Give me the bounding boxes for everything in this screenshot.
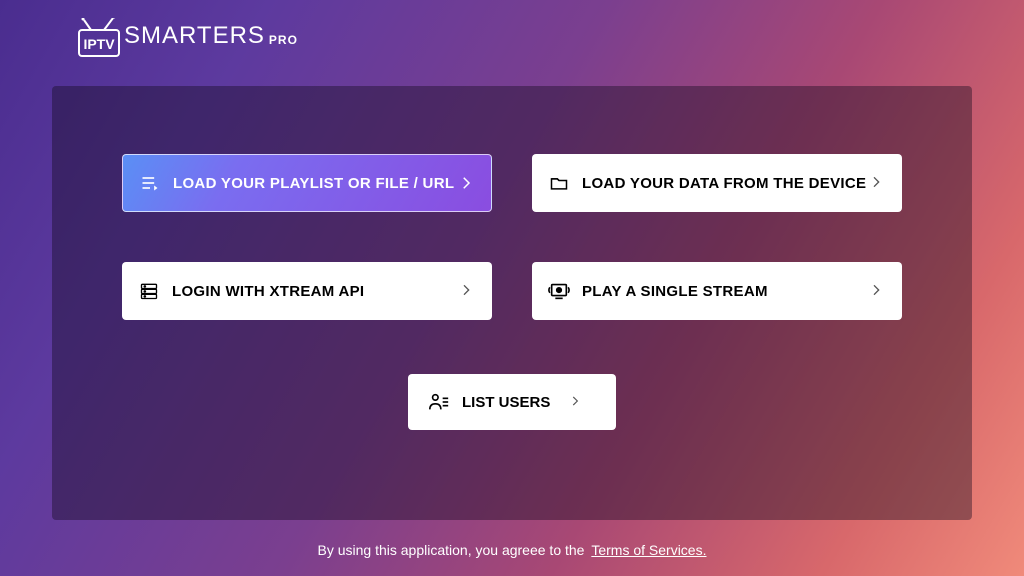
- load-playlist-button[interactable]: LOAD YOUR PLAYLIST OR FILE / URL: [122, 154, 492, 212]
- single-stream-button[interactable]: PLAY A SINGLE STREAM: [532, 262, 902, 320]
- server-icon: [138, 280, 160, 302]
- terms-link[interactable]: Terms of Services.: [591, 542, 706, 558]
- load-device-label: LOAD YOUR DATA FROM THE DEVICE: [582, 175, 866, 192]
- chevron-right-icon: [868, 282, 886, 300]
- footer-text: By using this application, you agreee to…: [0, 542, 1024, 558]
- load-playlist-label: LOAD YOUR PLAYLIST OR FILE / URL: [173, 175, 454, 192]
- svg-text:IPTV: IPTV: [83, 36, 115, 52]
- xtream-api-label: LOGIN WITH XTREAM API: [172, 283, 364, 300]
- xtream-api-button[interactable]: LOGIN WITH XTREAM API: [122, 262, 492, 320]
- playlist-icon: [139, 172, 161, 194]
- app-logo: IPTV SMARTERS PRO: [78, 18, 298, 50]
- logo-text-smarters: SMARTERS: [124, 22, 265, 50]
- list-users-button[interactable]: LIST USERS: [408, 374, 616, 430]
- chevron-right-icon: [568, 394, 584, 410]
- single-stream-label: PLAY A SINGLE STREAM: [582, 283, 768, 300]
- list-users-label: LIST USERS: [462, 394, 550, 411]
- tv-icon: IPTV: [78, 18, 120, 50]
- stream-icon: [548, 280, 570, 302]
- chevron-right-icon: [458, 282, 476, 300]
- chevron-right-icon: [868, 174, 886, 192]
- footer-agree-text: By using this application, you agreee to…: [318, 542, 585, 558]
- load-device-button[interactable]: LOAD YOUR DATA FROM THE DEVICE: [532, 154, 902, 212]
- main-panel: LOAD YOUR PLAYLIST OR FILE / URL LOAD YO…: [52, 86, 972, 520]
- logo-text-pro: PRO: [269, 33, 298, 47]
- chevron-right-icon: [457, 174, 475, 192]
- folder-icon: [548, 172, 570, 194]
- users-icon: [428, 391, 450, 413]
